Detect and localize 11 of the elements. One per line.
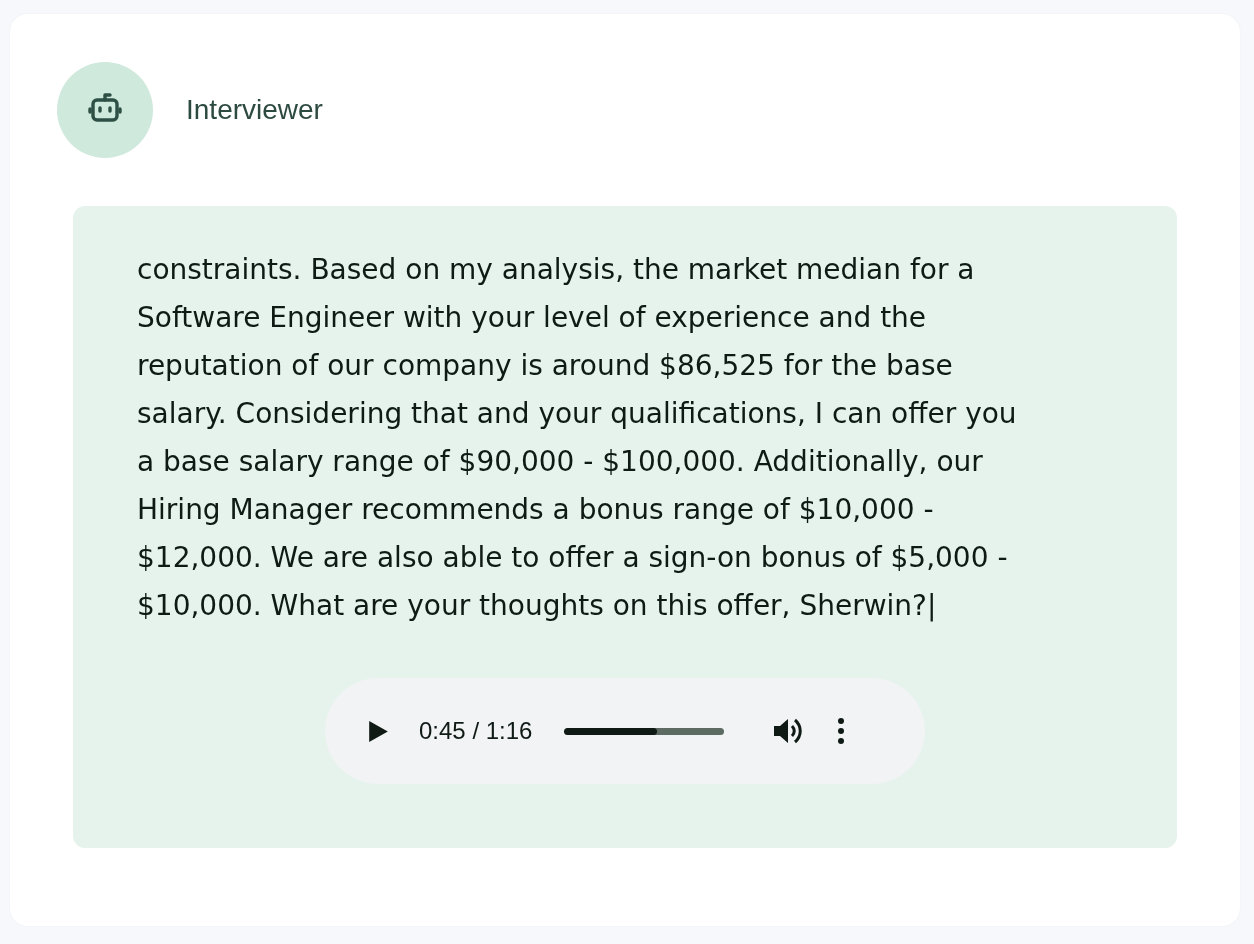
play-button[interactable] bbox=[369, 720, 388, 742]
play-icon bbox=[369, 720, 388, 742]
more-options-button[interactable] bbox=[838, 718, 845, 744]
volume-icon bbox=[774, 717, 805, 745]
speaker-name: Interviewer bbox=[186, 94, 323, 126]
robot-avatar-icon bbox=[57, 62, 153, 158]
progress-track[interactable] bbox=[564, 727, 725, 735]
more-icon bbox=[838, 718, 845, 744]
playback-time: 0:45 / 1:16 bbox=[419, 717, 533, 745]
message-text: constraints. Based on my analysis, the market median for a Software Engineer with your level of experience and the reputation of our company is around $86,525 for the base salary. Considering that and your qualifications, I can offer you a base salary range of $90,000 - $100,000. Additionally, our Hiring Manager recommends a bonus range of $10,000 - $12,000. We are also able to offer a sign-on bonus of $5,000 - $10,000. What are your thoughts on this offer, Sherwin?| bbox=[137, 252, 1018, 624]
volume-button[interactable] bbox=[774, 717, 805, 745]
